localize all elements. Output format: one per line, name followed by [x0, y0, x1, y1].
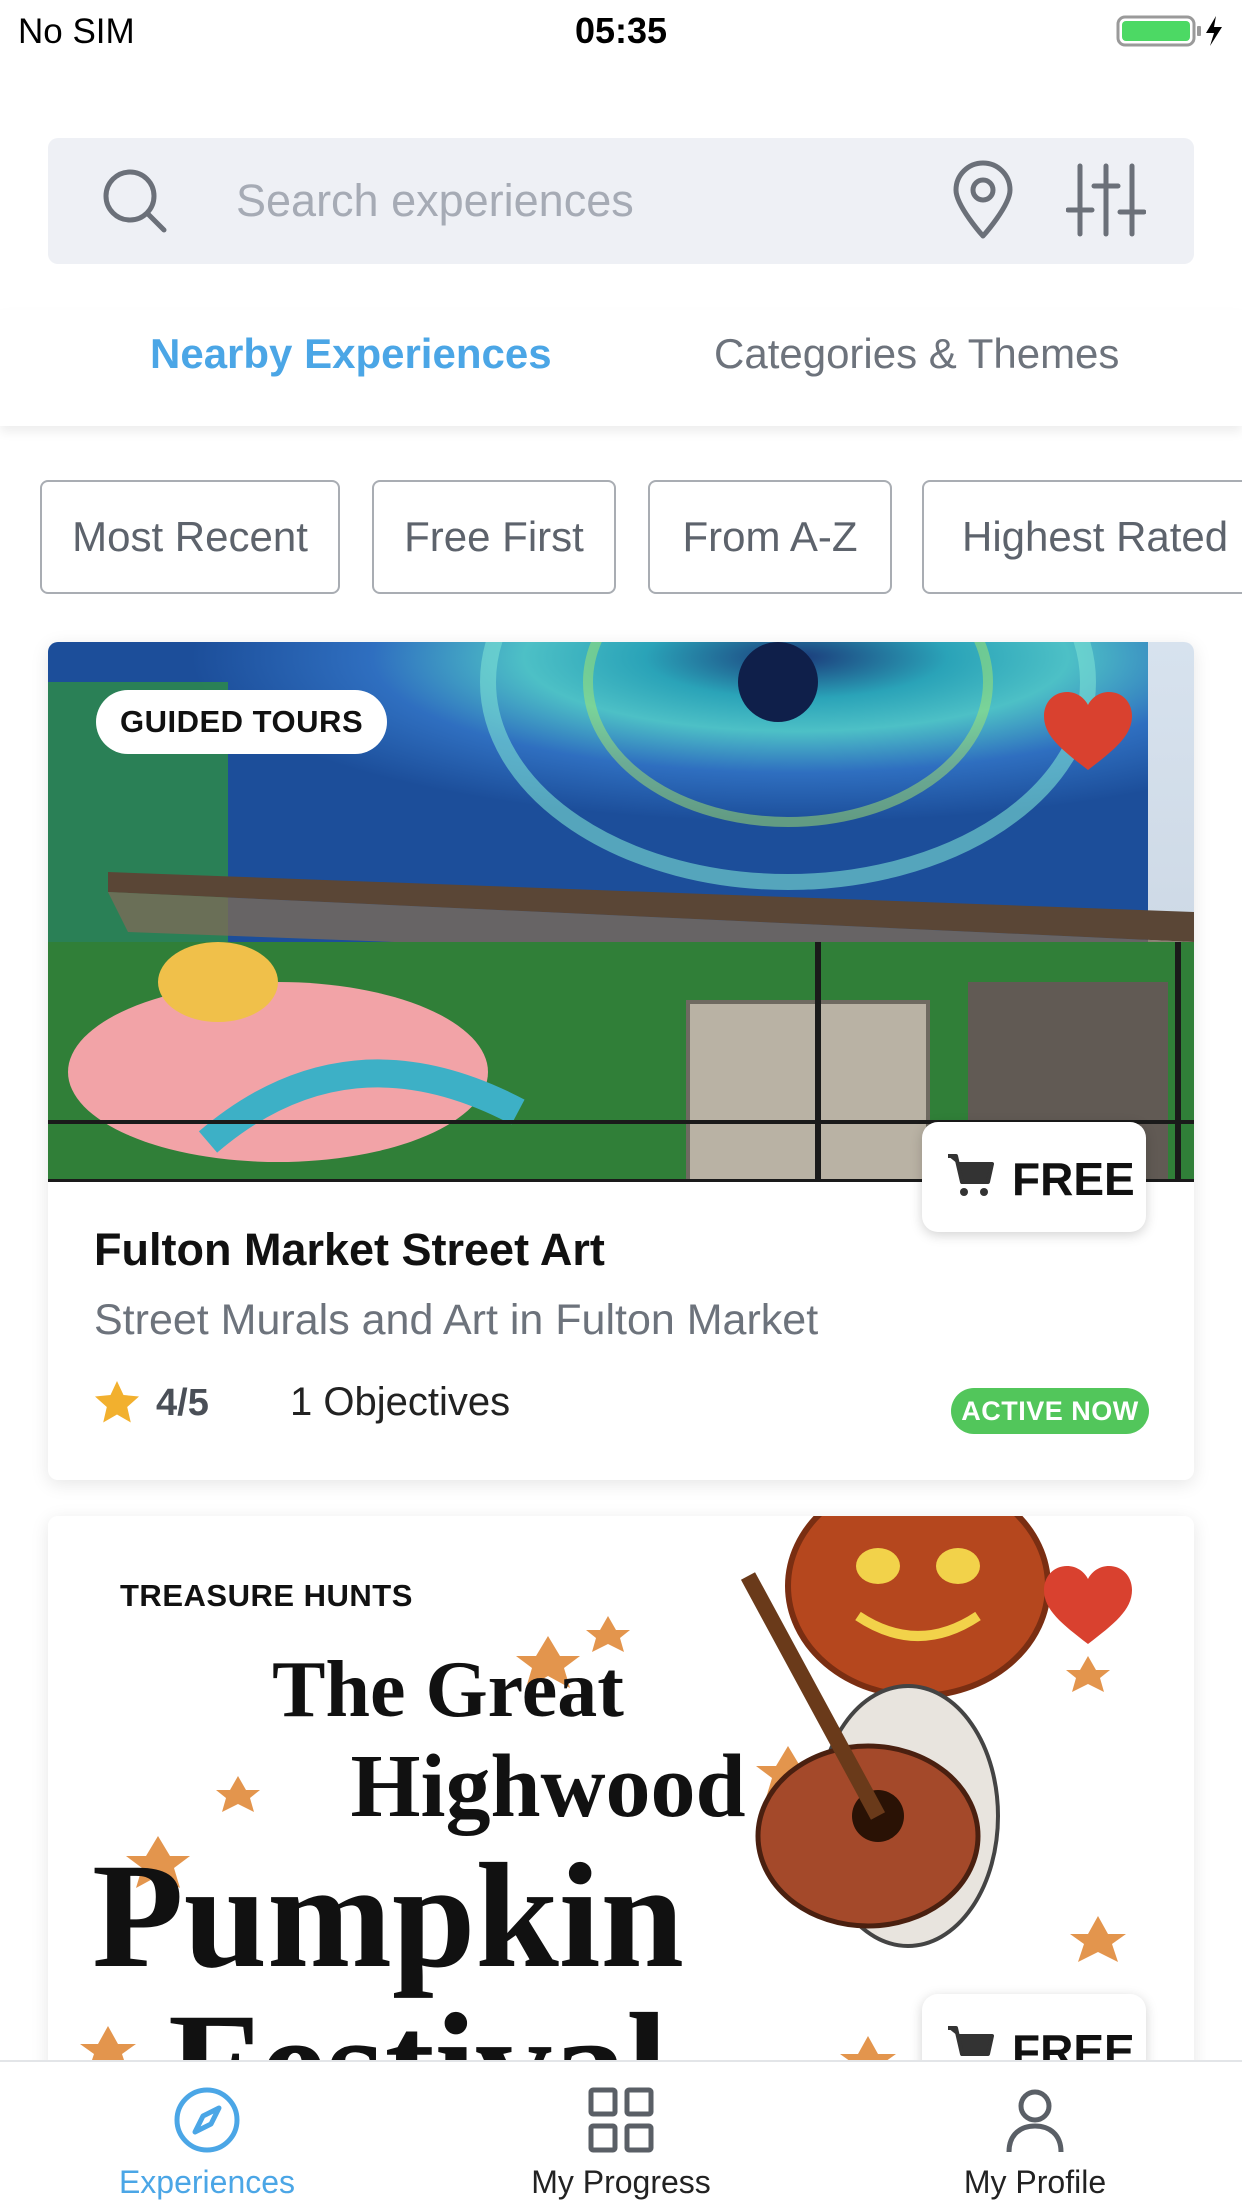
objectives-count: 1 Objectives	[290, 1380, 511, 1424]
sort-highest-rated-button[interactable]: Highest Rated	[922, 480, 1242, 594]
nav-my-profile-label: My Profile	[963, 2164, 1107, 2200]
heart-icon[interactable]	[1042, 1564, 1134, 1646]
battery-charging-icon	[1116, 15, 1222, 47]
sort-free-first-button[interactable]: Free First	[372, 480, 616, 594]
filter-sliders-icon[interactable]	[1066, 162, 1146, 238]
poster-line: Highwood	[350, 1737, 745, 1836]
category-badge: TREASURE HUNTS	[120, 1578, 413, 1613]
search-bar	[48, 138, 1194, 264]
status-badge: ACTIVE NOW	[951, 1388, 1149, 1434]
experience-card[interactable]: The Great Highwood Pumpkin Festival TREA…	[48, 1516, 1194, 2076]
location-pin-icon[interactable]	[948, 160, 1018, 240]
nav-my-profile[interactable]: My Profile	[828, 2062, 1242, 2208]
cart-icon	[948, 1154, 994, 1196]
poster-line: Pumpkin	[92, 1833, 684, 1999]
price-tag[interactable]: FREE	[922, 1122, 1146, 1232]
rating-value: 4/5	[156, 1382, 209, 1424]
status-bar: No SIM 05:35	[0, 0, 1242, 62]
experience-card[interactable]: GUIDED TOURS FREE Fulton Market Street A…	[48, 642, 1194, 1480]
compass-icon	[174, 2087, 240, 2153]
heart-icon[interactable]	[1042, 690, 1134, 772]
experience-subtitle: Street Murals and Art in Fulton Market	[94, 1296, 819, 1344]
sort-a-z-button[interactable]: From A-Z	[648, 480, 892, 594]
search-icon[interactable]	[100, 166, 170, 236]
grid-icon	[588, 2087, 654, 2153]
nav-my-progress[interactable]: My Progress	[414, 2062, 828, 2208]
main-tabs: Nearby Experiences Categories & Themes	[0, 310, 1242, 426]
tab-categories-themes[interactable]: Categories & Themes	[714, 330, 1119, 378]
experience-title: Fulton Market Street Art	[94, 1224, 605, 1275]
person-icon	[1006, 2089, 1064, 2153]
star-icon	[95, 1381, 139, 1423]
bottom-navigation: Experiences My Progress My Profile	[0, 2060, 1242, 2208]
clock: 05:35	[574, 10, 668, 51]
nav-experiences[interactable]: Experiences	[0, 2062, 414, 2208]
price-label: FREE	[1012, 1153, 1135, 1205]
category-badge: GUIDED TOURS	[96, 690, 388, 754]
nav-my-progress-label: My Progress	[531, 2164, 711, 2200]
nav-experiences-label: Experiences	[118, 2164, 296, 2200]
tab-nearby-experiences[interactable]: Nearby Experiences	[150, 330, 552, 378]
sort-most-recent-button[interactable]: Most Recent	[40, 480, 340, 594]
search-input[interactable]	[236, 166, 936, 236]
poster-line: The Great	[272, 1646, 624, 1734]
